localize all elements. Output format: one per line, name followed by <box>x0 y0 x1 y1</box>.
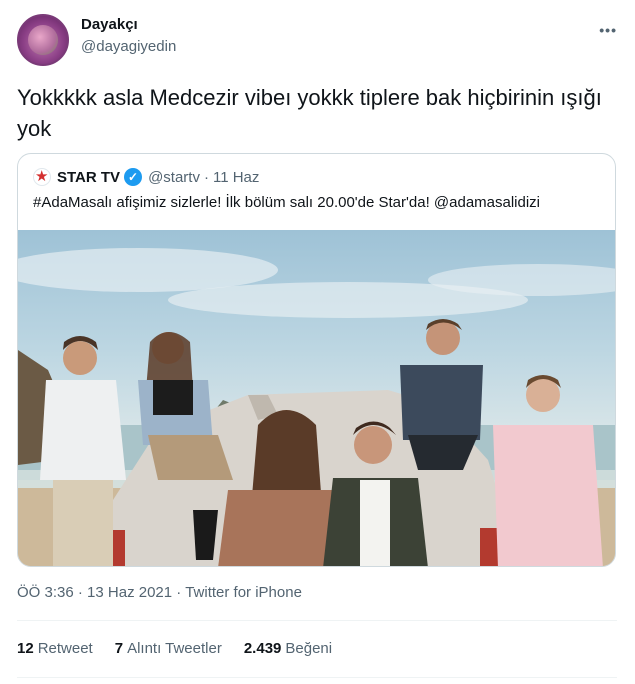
quoted-author-name: STAR TV <box>57 168 121 186</box>
quoted-tweet[interactable]: ★ STAR TV ✓ @startv · 11 Haz #AdaMasalı … <box>17 153 616 567</box>
tweet-stats: 12 Retweet 7 Alıntı Tweetler 2.439 Beğeni <box>17 640 354 657</box>
quoted-author-handle: @startv <box>148 168 200 186</box>
verified-badge-icon: ✓ <box>124 168 143 186</box>
divider <box>17 677 617 678</box>
star-tv-logo-icon: ★ <box>33 168 51 186</box>
separator-dot: · <box>203 168 209 186</box>
stat-quote-tweets[interactable]: 7 Alıntı Tweetler <box>115 640 222 657</box>
tweet-date[interactable]: 13 Haz 2021 <box>87 584 172 601</box>
poster-illustration <box>18 248 615 566</box>
avatar[interactable] <box>17 14 69 66</box>
stat-likes[interactable]: 2.439 Beğeni <box>244 640 332 657</box>
divider <box>17 620 617 621</box>
retweet-label: Retweet <box>37 640 93 657</box>
quote-count: 7 <box>114 640 124 657</box>
separator-dot: · <box>77 584 83 601</box>
tweet-header: Dayakçı @dayagiyedin ••• <box>17 14 619 66</box>
retweet-count: 12 <box>17 640 34 657</box>
quoted-tweet-text: #AdaMasalı afişimiz sizlerle! İlk bölüm … <box>33 194 541 211</box>
stat-retweets[interactable]: 12 Retweet <box>17 640 93 657</box>
tweet-meta: ÖÖ 3:36 · 13 Haz 2021 · Twitter for iPho… <box>17 584 302 601</box>
promo-poster-photo[interactable] <box>18 230 615 566</box>
author-name[interactable]: Dayakçı <box>81 16 138 33</box>
like-label: Beğeni <box>285 640 333 657</box>
tweet-client[interactable]: Twitter for iPhone <box>185 584 302 601</box>
quoted-date: 11 Haz <box>212 168 260 186</box>
more-options-icon[interactable]: ••• <box>599 22 617 38</box>
separator-dot: · <box>176 584 182 601</box>
tweet-text: Yokkkkk asla Medcezir vibeı yokkk tipler… <box>17 85 602 141</box>
avatar-photo <box>28 25 58 55</box>
quote-label: Alıntı Tweetler <box>127 640 222 657</box>
like-count: 2.439 <box>243 640 282 657</box>
quoted-tweet-header: ★ STAR TV ✓ @startv · 11 Haz <box>33 166 263 188</box>
author-handle[interactable]: @dayagiyedin <box>81 38 176 55</box>
tweet-time[interactable]: ÖÖ 3:36 <box>17 584 74 601</box>
